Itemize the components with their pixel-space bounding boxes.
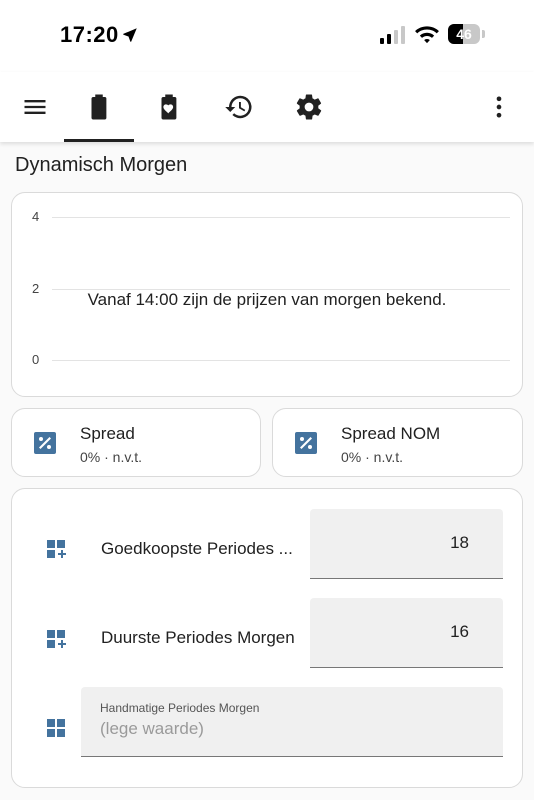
percent-box-icon bbox=[34, 432, 56, 454]
page-title: Dynamisch Morgen bbox=[15, 154, 188, 176]
tile-state: 0% · n.v.t. bbox=[80, 449, 142, 465]
tab-history[interactable] bbox=[204, 72, 274, 142]
entities-card: Goedkoopste Periodes ... 18 Duurste Peri… bbox=[11, 488, 523, 788]
status-bar: 17:20 46 bbox=[0, 0, 534, 72]
entity-label: Goedkoopste Periodes ... bbox=[101, 539, 293, 558]
wifi-icon bbox=[414, 24, 440, 49]
tile-spread-nom[interactable]: Spread NOM 0% · n.v.t. bbox=[272, 408, 523, 477]
text-input-handmatige[interactable]: Handmatige Periodes Morgen (lege waarde) bbox=[81, 687, 503, 757]
gridline bbox=[52, 360, 510, 361]
view-grid-plus-icon bbox=[47, 630, 66, 648]
battery-percentage: 46 bbox=[456, 26, 472, 42]
y-tick-label: 0 bbox=[32, 352, 40, 367]
entity-label: Duurste Periodes Morgen bbox=[101, 628, 295, 647]
tile-name: Spread NOM bbox=[341, 424, 441, 443]
battery-tip bbox=[482, 30, 485, 38]
battery-status-icon: 46 bbox=[448, 24, 480, 44]
tab-battery-health[interactable] bbox=[134, 72, 204, 142]
tile-spread[interactable]: Spread 0% · n.v.t. bbox=[11, 408, 261, 477]
cellular-signal-icon bbox=[380, 26, 406, 49]
menu-icon bbox=[24, 100, 46, 114]
field-placeholder: (lege waarde) bbox=[100, 719, 204, 738]
tab-battery[interactable] bbox=[64, 72, 134, 142]
menu-button[interactable] bbox=[14, 72, 56, 142]
gear-icon bbox=[296, 94, 322, 120]
percent-box-icon bbox=[295, 432, 317, 454]
entity-value: 16 bbox=[450, 622, 469, 641]
view-grid-plus-icon bbox=[47, 540, 66, 558]
view-grid-icon bbox=[47, 719, 65, 737]
number-input-goedkoopste[interactable]: 18 bbox=[310, 509, 503, 579]
battery-heart-icon bbox=[161, 94, 177, 120]
top-toolbar bbox=[0, 72, 534, 142]
number-input-duurste[interactable]: 16 bbox=[310, 598, 503, 668]
more-vert-icon bbox=[496, 96, 502, 118]
tab-settings[interactable] bbox=[274, 72, 344, 142]
location-arrow-icon bbox=[121, 26, 139, 49]
y-tick-label: 4 bbox=[32, 209, 40, 224]
tile-state: 0% · n.v.t. bbox=[341, 449, 403, 465]
status-time: 17:20 bbox=[60, 22, 119, 47]
history-icon bbox=[225, 95, 252, 119]
price-chart-card: 4 2 0 Vanaf 14:00 zijn de prijzen van mo… bbox=[11, 192, 523, 397]
tile-name: Spread bbox=[80, 424, 135, 443]
gridline bbox=[52, 217, 510, 218]
chart-empty-message: Vanaf 14:00 zijn de prijzen van morgen b… bbox=[87, 290, 447, 309]
active-tab-indicator bbox=[64, 139, 134, 142]
overflow-menu-button[interactable] bbox=[478, 72, 520, 142]
entity-value: 18 bbox=[450, 533, 469, 552]
field-label: Handmatige Periodes Morgen bbox=[100, 701, 260, 715]
battery-icon bbox=[91, 94, 107, 120]
